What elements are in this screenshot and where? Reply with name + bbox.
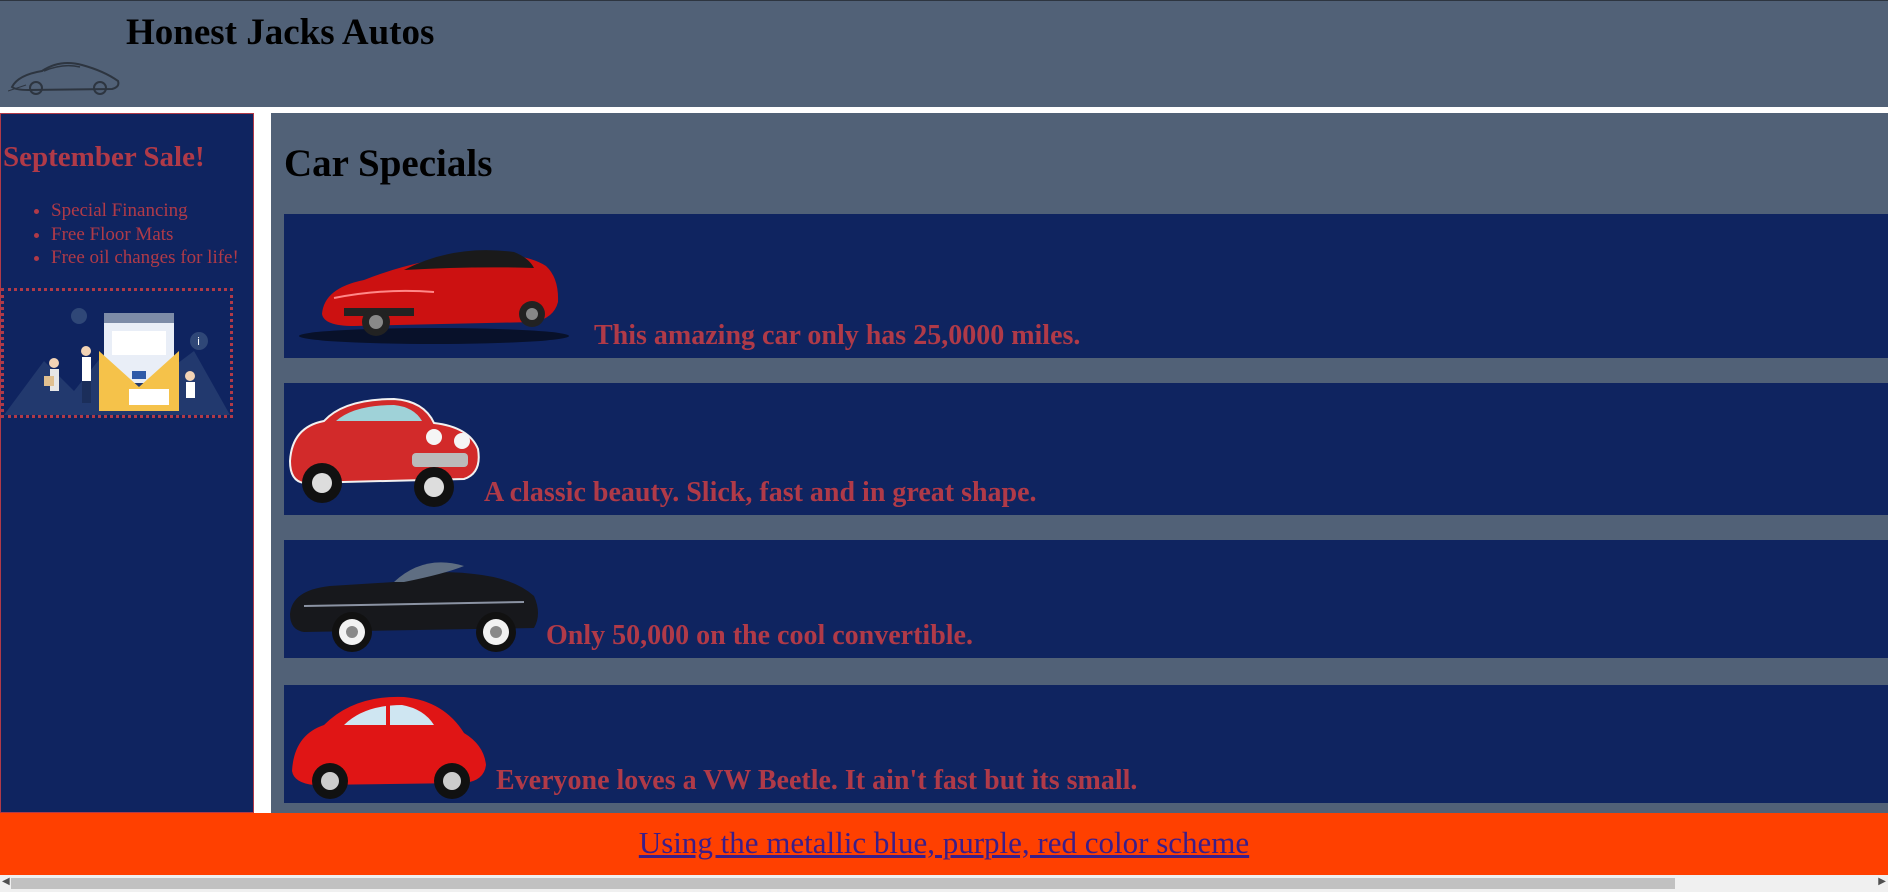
site-title: Honest Jacks Autos [126, 12, 435, 53]
sale-perks-list: Special Financing Free Floor Mats Free o… [1, 199, 239, 270]
promo-image: i [1, 288, 233, 418]
red-classic-corvette-icon [288, 397, 480, 507]
horizontal-scrollbar[interactable]: ◀ ▶ [0, 875, 1888, 892]
car-caption: This amazing car only has 25,0000 miles. [594, 320, 1081, 351]
list-item: Free oil changes for life! [51, 246, 239, 270]
car-caption: A classic beauty. Slick, fast and in gre… [484, 477, 1037, 508]
car-logo-icon [8, 62, 120, 95]
scrollbar-thumb[interactable] [11, 878, 1675, 889]
red-vw-beetle-icon [292, 696, 486, 799]
svg-text:i: i [197, 335, 200, 348]
car-card: A classic beauty. Slick, fast and in gre… [284, 383, 1888, 515]
list-item: Free Floor Mats [51, 223, 239, 247]
car-card: This amazing car only has 25,0000 miles. [284, 214, 1888, 358]
car-caption: Everyone loves a VW Beetle. It ain't fas… [496, 765, 1138, 796]
sidebar: September Sale! Special Financing Free F… [0, 113, 254, 813]
car-caption: Only 50,000 on the cool convertible. [546, 620, 973, 651]
scroll-right-icon[interactable]: ▶ [1878, 876, 1886, 887]
footer: Using the metallic blue, purple, red col… [0, 813, 1888, 875]
list-item: Special Financing [51, 199, 239, 223]
main-content: Car Specials This amazing car only has 2… [271, 113, 1888, 813]
office-illustration-icon: i [4, 308, 230, 415]
car-card: Everyone loves a VW Beetle. It ain't fas… [284, 685, 1888, 803]
black-vintage-convertible-icon [290, 562, 538, 652]
sale-title: September Sale! [3, 141, 205, 173]
car-card: Only 50,000 on the cool convertible. [284, 540, 1888, 658]
page-title: Car Specials [284, 142, 493, 185]
color-scheme-link[interactable]: Using the metallic blue, purple, red col… [639, 825, 1249, 861]
red-sports-car-icon [299, 250, 569, 344]
site-header: Honest Jacks Autos [0, 0, 1888, 107]
scroll-left-icon[interactable]: ◀ [2, 876, 10, 887]
